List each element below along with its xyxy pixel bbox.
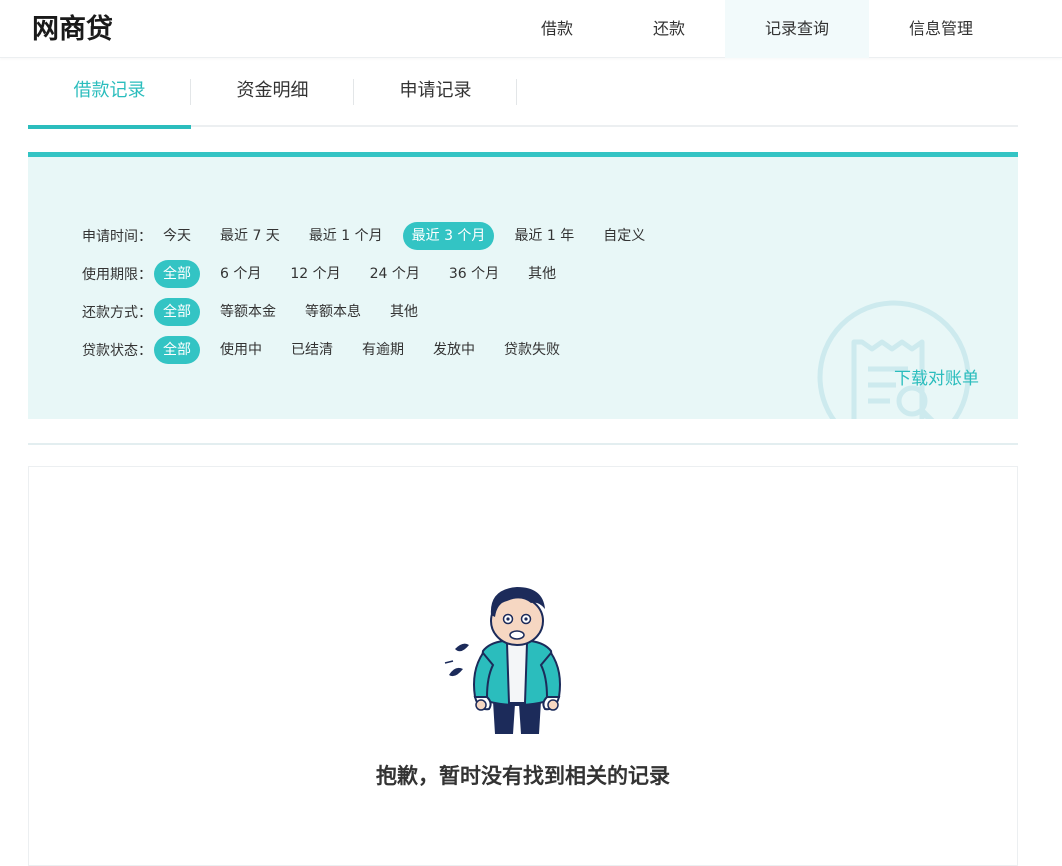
nav-item-repay[interactable]: 还款 (628, 0, 710, 58)
tab-loan-records[interactable]: 借款记录 (28, 58, 191, 129)
filter-panel: 申请时间： 今天 最近 7 天 最近 1 个月 最近 3 个月 最近 1 年 自… (28, 152, 1018, 419)
filter-row-loan-status: 贷款状态： 全部 使用中 已结清 有逾期 发放中 贷款失败 (82, 336, 580, 364)
record-tabs: 借款记录 资金明细 申请记录 (28, 58, 1018, 129)
tab-divider (516, 79, 517, 105)
filter-option-selected[interactable]: 全部 (154, 298, 200, 326)
filter-row-apply-time: 申请时间： 今天 最近 7 天 最近 1 个月 最近 3 个月 最近 1 年 自… (82, 222, 665, 250)
filter-option-selected[interactable]: 全部 (154, 336, 200, 364)
filter-option[interactable]: 其他 (519, 260, 565, 288)
tab-application-records[interactable]: 申请记录 (354, 58, 517, 127)
nav-item-borrow[interactable]: 借款 (516, 0, 598, 58)
nav-item-records[interactable]: 记录查询 (725, 0, 869, 58)
filter-row-term: 使用期限： 全部 6 个月 12 个月 24 个月 36 个月 其他 (82, 260, 576, 288)
filter-label: 贷款状态： (82, 343, 152, 359)
empty-result-message: 抱歉，暂时没有找到相关的记录 (376, 764, 670, 788)
filter-option[interactable]: 最近 7 天 (211, 222, 289, 250)
filter-option[interactable]: 贷款失败 (495, 336, 569, 364)
filter-option[interactable]: 6 个月 (211, 260, 270, 288)
filter-option[interactable]: 已结清 (282, 336, 342, 364)
filter-option-selected[interactable]: 全部 (154, 260, 200, 288)
top-header: 网商贷 借款 还款 记录查询 信息管理 (0, 0, 1062, 58)
filter-label: 还款方式： (82, 305, 152, 321)
empty-pockets-illustration (444, 587, 561, 734)
filter-label: 申请时间： (82, 229, 152, 245)
filter-option[interactable]: 12 个月 (281, 260, 349, 288)
filter-option[interactable]: 36 个月 (440, 260, 508, 288)
filter-option[interactable]: 等额本息 (296, 298, 370, 326)
download-statement-link[interactable]: 下载对账单 (894, 364, 979, 389)
filter-option[interactable]: 今天 (154, 222, 200, 250)
filter-row-repay-method: 还款方式： 全部 等额本金 等额本息 其他 (82, 298, 438, 326)
filter-option[interactable]: 有逾期 (353, 336, 413, 364)
filter-label: 使用期限： (82, 267, 152, 283)
filter-option[interactable]: 自定义 (594, 222, 654, 250)
filter-option[interactable]: 发放中 (424, 336, 484, 364)
filter-option[interactable]: 使用中 (211, 336, 271, 364)
filter-option[interactable]: 最近 1 个月 (300, 222, 392, 250)
nav-item-info[interactable]: 信息管理 (895, 0, 987, 58)
tab-fund-details[interactable]: 资金明细 (191, 58, 354, 127)
logo[interactable]: 网商贷 (32, 14, 113, 46)
filter-option[interactable]: 等额本金 (211, 298, 285, 326)
filter-option[interactable]: 其他 (381, 298, 427, 326)
bill-icon (817, 300, 971, 419)
records-result-panel: 抱歉，暂时没有找到相关的记录 (28, 466, 1018, 866)
section-divider (28, 443, 1018, 445)
filter-option-selected[interactable]: 最近 3 个月 (402, 222, 495, 250)
filter-option[interactable]: 24 个月 (361, 260, 429, 288)
filter-option[interactable]: 最近 1 年 (505, 222, 583, 250)
